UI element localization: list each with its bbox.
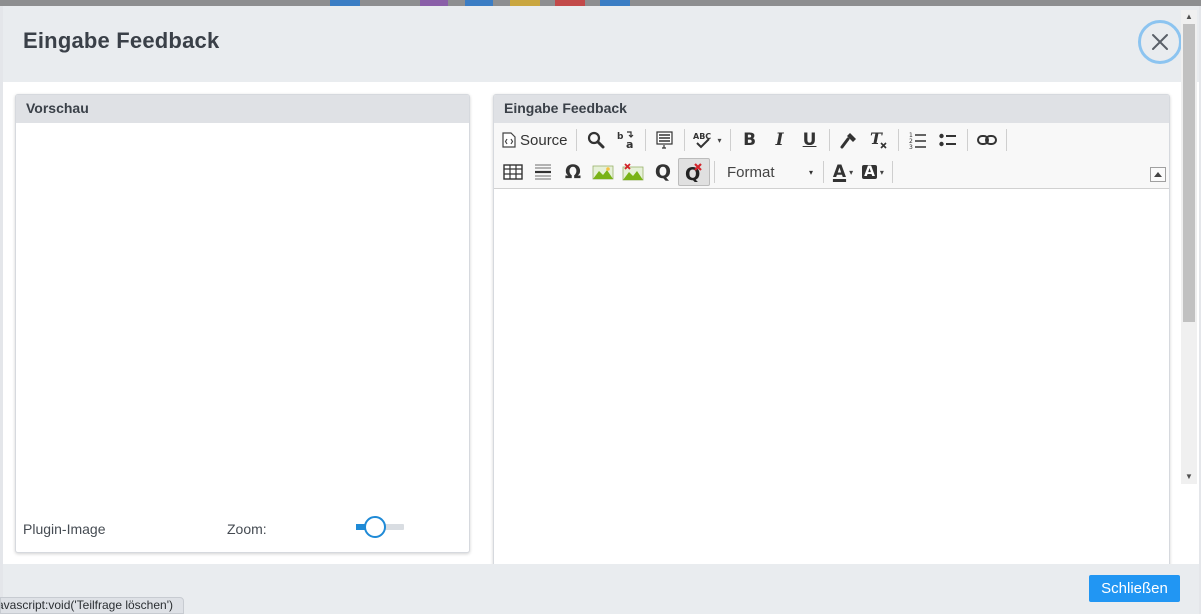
image-icon	[592, 165, 614, 180]
remove-question-icon: Q	[685, 163, 702, 182]
scrollbar-thumb[interactable]	[1183, 24, 1195, 322]
chevron-down-icon: ▾	[808, 167, 813, 177]
spellcheck-caret: ▾	[717, 135, 722, 145]
horizontal-line-button[interactable]	[528, 158, 558, 186]
underline-icon: U	[802, 129, 817, 150]
numbered-list-button[interactable]: 1 2 3	[903, 126, 933, 154]
scroll-up-icon[interactable]: ▲	[1185, 12, 1193, 21]
format-dropdown[interactable]: Format ▾	[719, 160, 819, 184]
find-icon	[587, 131, 605, 149]
scroll-down-icon[interactable]: ▼	[1185, 472, 1193, 481]
replace-button[interactable]: b a	[611, 126, 641, 154]
chevron-up-icon	[1154, 172, 1162, 177]
copy-format-icon	[840, 133, 856, 149]
remove-question-button[interactable]: Q	[678, 158, 710, 186]
source-button[interactable]: Source	[498, 126, 572, 154]
background-color-button[interactable]: A ▾	[858, 158, 888, 186]
dialog-scrollbar[interactable]: ▲ ▼	[1181, 10, 1197, 484]
toolbar-separator	[729, 129, 731, 151]
numbered-list-icon: 1 2 3	[909, 132, 926, 149]
remove-image-button[interactable]	[618, 158, 648, 186]
editor-toolbar: Source b a ABC ▾ B I U T 1 2 3 Ω Q Q For…	[494, 123, 1169, 189]
rich-text-editor: Source b a ABC ▾ B I U T 1 2 3 Ω Q Q For…	[494, 123, 1169, 568]
toolbar-row-2: Ω Q Q Format ▾ A ▾ A ▾	[498, 157, 897, 187]
close-icon	[1152, 34, 1168, 50]
toolbar-separator	[683, 129, 685, 151]
background-color-icon: A	[862, 164, 877, 180]
link-button[interactable]	[972, 126, 1002, 154]
status-bar-link: avascript:void('Teilfrage löschen')	[0, 597, 184, 614]
svg-text:a: a	[626, 138, 633, 150]
source-icon	[502, 132, 516, 148]
preview-panel: Vorschau Plugin-Image Zoom:	[15, 94, 470, 553]
toolbar-separator	[575, 129, 577, 151]
toolbar-separator	[892, 161, 893, 183]
dialog-title: Eingabe Feedback	[23, 28, 220, 53]
preview-footer: Plugin-Image Zoom:	[16, 515, 469, 545]
insert-question-button[interactable]: Q	[648, 158, 678, 186]
feedback-dialog: Eingabe Feedback Vorschau Plugin-Image Z…	[3, 6, 1199, 614]
link-icon	[976, 135, 997, 145]
chevron-down-icon: ▾	[879, 167, 884, 177]
bold-icon: B	[743, 129, 757, 150]
horizontal-line-icon	[535, 164, 551, 180]
special-char-icon: Ω	[564, 160, 582, 183]
select-all-icon	[655, 131, 673, 149]
toolbar-separator	[1005, 129, 1007, 151]
close-button[interactable]: Schließen	[1089, 575, 1180, 602]
chevron-down-icon: ▾	[849, 167, 854, 177]
dialog-header: Eingabe Feedback	[3, 6, 1199, 82]
toolbar-separator	[823, 161, 824, 183]
find-button[interactable]	[581, 126, 611, 154]
editor-content-area[interactable]	[494, 189, 1169, 568]
dialog-body: Vorschau Plugin-Image Zoom: Eingabe Feed…	[3, 82, 1199, 569]
editor-panel-title: Eingabe Feedback	[494, 95, 1169, 123]
special-char-button[interactable]: Ω	[558, 158, 588, 186]
toolbar-separator	[714, 161, 715, 183]
close-dialog-button[interactable]	[1138, 20, 1182, 64]
insert-image-button[interactable]	[588, 158, 618, 186]
collapse-toolbar-button[interactable]	[1150, 167, 1166, 182]
underline-button[interactable]: U	[795, 126, 825, 154]
status-link-text: avascript:void('Teilfrage löschen')	[0, 598, 173, 612]
select-all-button[interactable]	[650, 126, 680, 154]
zoom-slider-thumb[interactable]	[364, 516, 387, 538]
bold-button[interactable]: B	[735, 126, 765, 154]
toolbar-separator	[897, 129, 899, 151]
table-button[interactable]	[498, 158, 528, 186]
toolbar-separator	[966, 129, 968, 151]
toolbar-row-1: Source b a ABC ▾ B I U T 1 2 3	[498, 125, 1011, 155]
question-icon: Q	[654, 160, 672, 183]
spellcheck-button[interactable]: ABC ▾	[689, 126, 726, 154]
svg-text:b: b	[617, 132, 624, 142]
italic-button[interactable]: I	[765, 126, 795, 154]
toolbar-separator	[828, 129, 830, 151]
spellcheck-icon: ABC	[693, 132, 711, 149]
toolbar-separator	[644, 129, 646, 151]
remove-image-icon	[622, 163, 644, 181]
plugin-image-label: Plugin-Image	[23, 521, 106, 537]
remove-format-button[interactable]: T	[864, 126, 894, 154]
text-color-button[interactable]: A ▾	[828, 158, 858, 186]
text-color-icon: A	[832, 161, 847, 182]
zoom-slider[interactable]	[356, 516, 406, 538]
copy-format-button[interactable]	[834, 126, 864, 154]
remove-format-icon: T	[870, 130, 887, 149]
bulleted-list-icon	[938, 133, 956, 147]
table-icon	[503, 164, 523, 180]
replace-icon: b a	[617, 131, 633, 150]
bulleted-list-button[interactable]	[933, 126, 963, 154]
format-label: Format	[727, 163, 775, 181]
preview-panel-title: Vorschau	[16, 95, 469, 123]
svg-text:3: 3	[909, 144, 913, 149]
italic-icon: I	[775, 129, 784, 150]
svg-text:T: T	[870, 130, 883, 148]
feedback-editor-panel: Eingabe Feedback Source b a ABC ▾ B I U …	[493, 94, 1170, 569]
source-label: Source	[520, 131, 568, 149]
zoom-label: Zoom:	[227, 521, 267, 537]
